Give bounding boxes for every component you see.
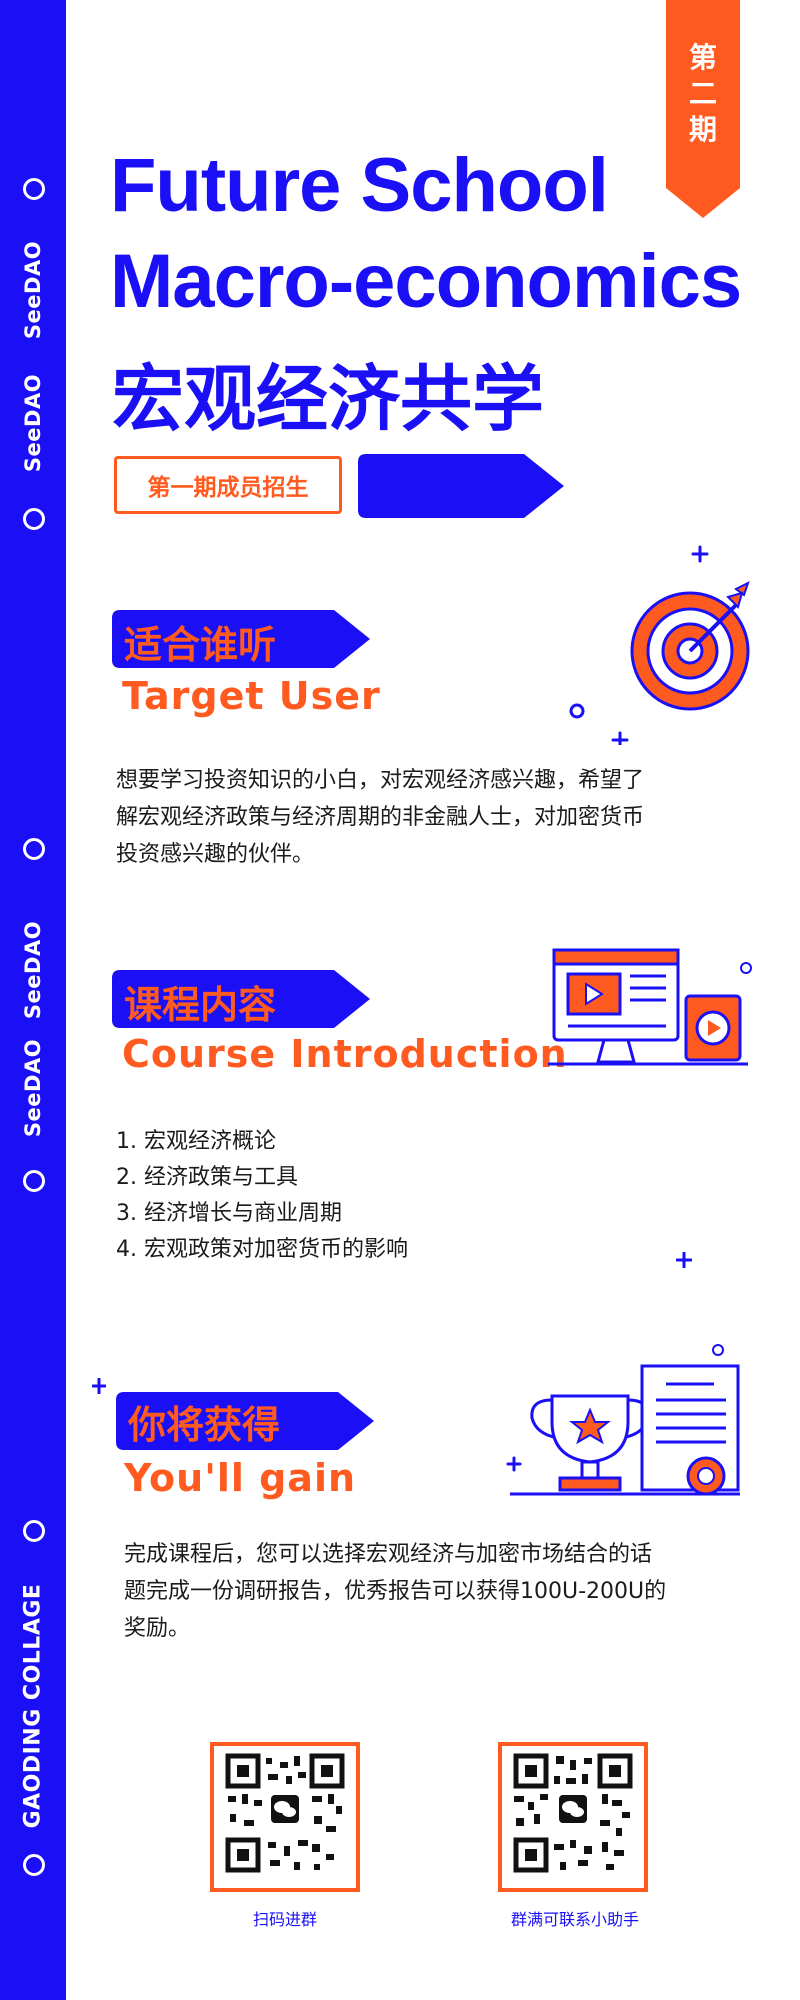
sidebar-brand-label: SeeDAO xyxy=(21,373,45,473)
section-title-target: Target User xyxy=(122,674,381,718)
circle-icon xyxy=(23,1520,45,1542)
list-item: 2. 经济政策与工具 xyxy=(116,1165,298,1190)
section-title-gain: You'll gain xyxy=(124,1456,357,1500)
qr-right-label: 群满可联系小助手 xyxy=(510,1910,639,1929)
section-tag-course: 课程内容 xyxy=(124,983,277,1027)
list-item: 3. 经济增长与商业周期 xyxy=(116,1201,342,1226)
paragraph-line: 奖励。 xyxy=(124,1616,191,1641)
circle-icon xyxy=(23,1854,45,1876)
paragraph-line: 解宏观经济政策与经济周期的非金融人士，对加密货币 xyxy=(116,805,645,830)
course-list: 1. 宏观经济概论 2. 经济政策与工具 3. 经济增长与商业周期 4. 宏观政… xyxy=(116,1124,408,1268)
recruit-label: 第一期成员招生 xyxy=(114,456,342,514)
paragraph-line: 完成课程后，您可以选择宏观经济与加密市场结合的话 xyxy=(124,1542,653,1567)
circle-icon xyxy=(23,1170,45,1192)
issue-ribbon-text: 第 二 期 xyxy=(666,40,740,148)
title-line-1: Future School xyxy=(110,143,609,228)
video-course-icon xyxy=(548,948,752,1066)
qr-code-right[interactable] xyxy=(498,1742,648,1892)
sidebar-brand-label: SeeDAO xyxy=(21,240,45,340)
sidebar-college-label: GAODING COLLAGE xyxy=(20,1583,46,1829)
qr-code-left[interactable] xyxy=(210,1742,360,1892)
circle-icon xyxy=(23,838,45,860)
ribbon-char: 第 xyxy=(688,41,717,74)
left-sidebar: SeeDAO SeeDAO SeeDAO SeeDAO GAODING COLL… xyxy=(0,0,66,2000)
gain-description: 完成课程后，您可以选择宏观经济与加密市场结合的话 题完成一份调研报告，优秀报告可… xyxy=(124,1536,744,1647)
target-icon xyxy=(569,545,750,745)
circle-icon xyxy=(23,508,45,530)
sidebar-brand-label: SeeDAO xyxy=(21,1038,45,1138)
circle-icon xyxy=(23,178,45,200)
plus-icon xyxy=(92,1378,106,1394)
title-line-2: Macro-economics xyxy=(110,239,742,324)
paragraph-line: 题完成一份调研报告，优秀报告可以获得100U-200U的 xyxy=(124,1579,667,1604)
arrow-banner xyxy=(358,454,564,518)
trophy-certificate-icon xyxy=(506,1344,740,1496)
list-item: 4. 宏观政策对加密货币的影响 xyxy=(116,1237,408,1262)
ribbon-char: 期 xyxy=(688,113,717,146)
paragraph-line: 投资感兴趣的伙伴。 xyxy=(116,842,315,867)
paragraph-line: 想要学习投资知识的小白，对宏观经济感兴趣，希望了 xyxy=(116,768,645,793)
section-tag-gain: 你将获得 xyxy=(128,1403,281,1447)
section-tag-target: 适合谁听 xyxy=(124,623,277,667)
target-description: 想要学习投资知识的小白，对宏观经济感兴趣，希望了 解宏观经济政策与经济周期的非金… xyxy=(116,762,736,873)
ribbon-char: 二 xyxy=(688,77,717,110)
qr-code-icon xyxy=(225,1753,345,1873)
section-title-course: Course Introduction xyxy=(122,1032,568,1076)
qr-code-icon xyxy=(513,1753,633,1873)
list-item: 1. 宏观经济概论 xyxy=(116,1129,276,1154)
plus-icon xyxy=(676,1252,692,1268)
title-chinese: 宏观经济共学 xyxy=(112,357,545,441)
sidebar-brand-label: SeeDAO xyxy=(21,920,45,1020)
qr-left-label: 扫码进群 xyxy=(252,1910,317,1929)
